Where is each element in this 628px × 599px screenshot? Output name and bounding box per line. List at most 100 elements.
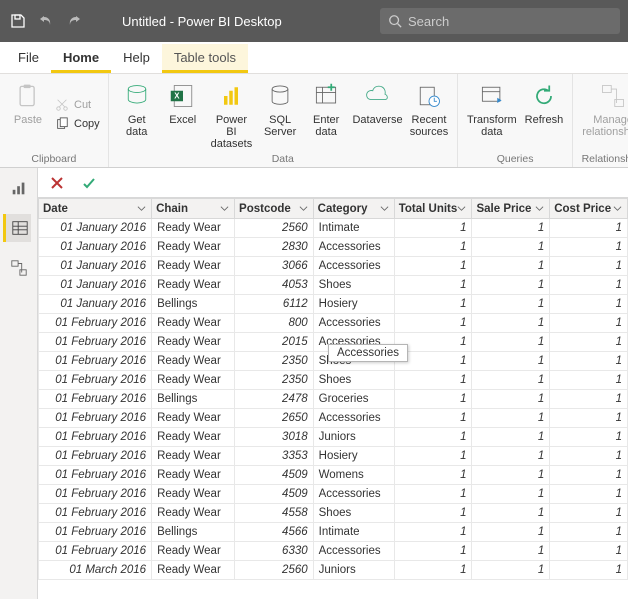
cell-date[interactable]: 01 February 2016 bbox=[39, 447, 152, 466]
cell-date[interactable]: 01 January 2016 bbox=[39, 295, 152, 314]
cell-category[interactable]: Intimate bbox=[313, 523, 394, 542]
cell-date[interactable]: 01 February 2016 bbox=[39, 314, 152, 333]
cell-chain[interactable]: Ready Wear bbox=[152, 257, 235, 276]
cell-chain[interactable]: Ready Wear bbox=[152, 485, 235, 504]
table-row[interactable]: 01 February 2016Ready Wear2650Accessorie… bbox=[39, 409, 628, 428]
cell-postcode[interactable]: 4053 bbox=[235, 276, 314, 295]
table-row[interactable]: 01 January 2016Ready Wear4053Shoes111 bbox=[39, 276, 628, 295]
cell-units[interactable]: 1 bbox=[394, 219, 472, 238]
cell-cost[interactable]: 1 bbox=[550, 447, 628, 466]
table-row[interactable]: 01 March 2016Ready Wear2560Juniors111 bbox=[39, 561, 628, 580]
dropdown-icon[interactable] bbox=[535, 204, 545, 214]
table-row[interactable]: 01 February 2016Bellings4566Intimate111 bbox=[39, 523, 628, 542]
cell-category[interactable]: Accessories bbox=[313, 238, 394, 257]
cell-cost[interactable]: 1 bbox=[550, 561, 628, 580]
cell-sale[interactable]: 1 bbox=[472, 428, 550, 447]
cell-date[interactable]: 01 February 2016 bbox=[39, 542, 152, 561]
cell-date[interactable]: 01 February 2016 bbox=[39, 485, 152, 504]
dataverse-button[interactable]: Dataverse bbox=[350, 78, 405, 152]
cell-date[interactable]: 01 January 2016 bbox=[39, 276, 152, 295]
transform-data-button[interactable]: Transform data bbox=[464, 78, 520, 152]
cell-postcode[interactable]: 2478 bbox=[235, 390, 314, 409]
column-header[interactable]: Category bbox=[313, 199, 394, 219]
commit-formula-button[interactable] bbox=[78, 172, 100, 194]
cell-cost[interactable]: 1 bbox=[550, 219, 628, 238]
model-view-button[interactable] bbox=[5, 254, 33, 282]
table-row[interactable]: 01 February 2016Ready Wear800Accessories… bbox=[39, 314, 628, 333]
cell-date[interactable]: 01 January 2016 bbox=[39, 219, 152, 238]
cell-cost[interactable]: 1 bbox=[550, 295, 628, 314]
column-header[interactable]: Sale Price bbox=[472, 199, 550, 219]
cell-category[interactable]: Groceries bbox=[313, 390, 394, 409]
cell-sale[interactable]: 1 bbox=[472, 542, 550, 561]
pbi-datasets-button[interactable]: Power BI datasets bbox=[207, 78, 256, 152]
cancel-formula-button[interactable] bbox=[46, 172, 68, 194]
cell-sale[interactable]: 1 bbox=[472, 485, 550, 504]
cell-category[interactable]: Accessories bbox=[313, 314, 394, 333]
cell-chain[interactable]: Ready Wear bbox=[152, 219, 235, 238]
cell-category[interactable]: Shoes bbox=[313, 276, 394, 295]
tab-file[interactable]: File bbox=[6, 44, 51, 73]
cell-chain[interactable]: Bellings bbox=[152, 295, 235, 314]
cell-date[interactable]: 01 February 2016 bbox=[39, 466, 152, 485]
cell-sale[interactable]: 1 bbox=[472, 276, 550, 295]
cell-cost[interactable]: 1 bbox=[550, 371, 628, 390]
dropdown-icon[interactable] bbox=[380, 204, 390, 214]
sql-server-button[interactable]: SQL Server bbox=[258, 78, 302, 152]
cell-category[interactable]: Womens bbox=[313, 466, 394, 485]
dropdown-icon[interactable] bbox=[137, 204, 147, 214]
cell-sale[interactable]: 1 bbox=[472, 409, 550, 428]
cell-postcode[interactable]: 6330 bbox=[235, 542, 314, 561]
cell-cost[interactable]: 1 bbox=[550, 352, 628, 371]
data-view-button[interactable] bbox=[3, 214, 31, 242]
tab-help[interactable]: Help bbox=[111, 44, 162, 73]
cell-category[interactable]: Accessories bbox=[313, 485, 394, 504]
report-view-button[interactable] bbox=[5, 174, 33, 202]
column-header[interactable]: Date bbox=[39, 199, 152, 219]
cell-sale[interactable]: 1 bbox=[472, 352, 550, 371]
cell-date[interactable]: 01 February 2016 bbox=[39, 352, 152, 371]
cell-postcode[interactable]: 4566 bbox=[235, 523, 314, 542]
cell-sale[interactable]: 1 bbox=[472, 295, 550, 314]
cell-cost[interactable]: 1 bbox=[550, 314, 628, 333]
cell-chain[interactable]: Ready Wear bbox=[152, 371, 235, 390]
refresh-button[interactable]: Refresh bbox=[522, 78, 567, 152]
table-row[interactable]: 01 February 2016Bellings2478Groceries111 bbox=[39, 390, 628, 409]
column-header[interactable]: Cost Price bbox=[550, 199, 628, 219]
table-row[interactable]: 01 January 2016Ready Wear2830Accessories… bbox=[39, 238, 628, 257]
cell-sale[interactable]: 1 bbox=[472, 466, 550, 485]
cell-category[interactable]: Hosiery bbox=[313, 295, 394, 314]
cell-sale[interactable]: 1 bbox=[472, 257, 550, 276]
cell-date[interactable]: 01 February 2016 bbox=[39, 428, 152, 447]
cell-units[interactable]: 1 bbox=[394, 466, 472, 485]
dropdown-icon[interactable] bbox=[299, 204, 309, 214]
cell-units[interactable]: 1 bbox=[394, 428, 472, 447]
cell-category[interactable]: Accessories bbox=[313, 257, 394, 276]
dropdown-icon[interactable] bbox=[457, 204, 467, 214]
cell-date[interactable]: 01 February 2016 bbox=[39, 371, 152, 390]
cell-sale[interactable]: 1 bbox=[472, 219, 550, 238]
cell-date[interactable]: 01 February 2016 bbox=[39, 504, 152, 523]
cell-postcode[interactable]: 2350 bbox=[235, 352, 314, 371]
cell-sale[interactable]: 1 bbox=[472, 314, 550, 333]
cell-postcode[interactable]: 2830 bbox=[235, 238, 314, 257]
cell-postcode[interactable]: 2560 bbox=[235, 561, 314, 580]
tab-table-tools[interactable]: Table tools bbox=[162, 44, 248, 73]
table-row[interactable]: 01 February 2016Ready Wear6330Accessorie… bbox=[39, 542, 628, 561]
cell-chain[interactable]: Ready Wear bbox=[152, 466, 235, 485]
cell-category[interactable]: Shoes bbox=[313, 371, 394, 390]
cell-units[interactable]: 1 bbox=[394, 447, 472, 466]
cell-sale[interactable]: 1 bbox=[472, 238, 550, 257]
cell-category[interactable]: Accessories bbox=[313, 542, 394, 561]
cell-postcode[interactable]: 3066 bbox=[235, 257, 314, 276]
copy-button[interactable]: Copy bbox=[52, 115, 102, 133]
table-row[interactable]: 01 January 2016Ready Wear2560Intimate111 bbox=[39, 219, 628, 238]
cell-chain[interactable]: Ready Wear bbox=[152, 314, 235, 333]
cell-date[interactable]: 01 February 2016 bbox=[39, 333, 152, 352]
cell-units[interactable]: 1 bbox=[394, 390, 472, 409]
cell-units[interactable]: 1 bbox=[394, 542, 472, 561]
cell-cost[interactable]: 1 bbox=[550, 466, 628, 485]
redo-icon[interactable] bbox=[64, 11, 84, 31]
cell-date[interactable]: 01 February 2016 bbox=[39, 409, 152, 428]
column-header[interactable]: Postcode bbox=[235, 199, 314, 219]
